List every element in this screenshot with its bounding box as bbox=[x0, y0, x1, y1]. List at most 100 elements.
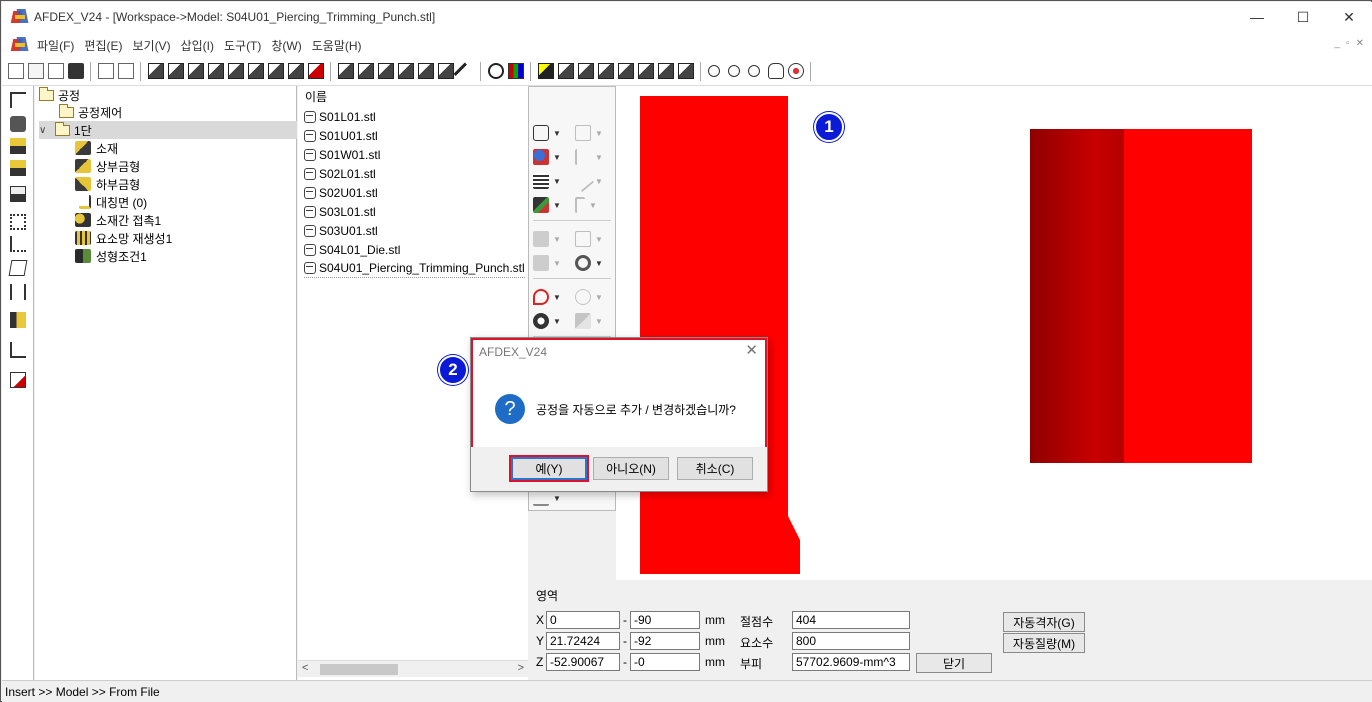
wrench-icon[interactable] bbox=[453, 62, 471, 80]
mesh-icon[interactable] bbox=[10, 214, 26, 230]
list-item[interactable]: S01U01.stl bbox=[304, 126, 378, 145]
color-grid-icon[interactable] bbox=[508, 63, 524, 79]
close-window-button[interactable]: ✕ bbox=[1326, 2, 1372, 32]
open-file-icon[interactable] bbox=[28, 63, 44, 79]
3d-viewport[interactable]: 1 bbox=[616, 86, 1372, 580]
disabled-tool-6[interactable]: ▼ bbox=[575, 228, 611, 250]
export-icon[interactable] bbox=[118, 63, 134, 79]
auto-mesh-button[interactable]: 자동격자(G) bbox=[1003, 612, 1085, 632]
horizontal-scrollbar[interactable]: < > bbox=[298, 660, 528, 677]
display-cube-8-icon[interactable] bbox=[678, 63, 694, 79]
mesh-cube-1-icon[interactable] bbox=[338, 63, 354, 79]
y-max-field[interactable]: -92 bbox=[630, 632, 700, 650]
zoom-fit-icon[interactable] bbox=[708, 65, 720, 77]
mesh-cube-3-icon[interactable] bbox=[378, 63, 394, 79]
die-model-front-face[interactable] bbox=[1124, 129, 1252, 463]
menu-insert[interactable]: 삽입(I) bbox=[176, 37, 219, 54]
y-min-field[interactable]: 21.72424 bbox=[546, 632, 620, 650]
tree-item-symmetry[interactable]: 대칭면 (0) bbox=[75, 193, 147, 211]
material-tool[interactable]: ▼ bbox=[533, 146, 569, 168]
disabled-tool-5[interactable]: ▼ bbox=[533, 228, 569, 250]
zoom-window-icon[interactable] bbox=[748, 65, 760, 77]
disabled-tool-4[interactable]: ▼ bbox=[575, 194, 611, 216]
menu-edit[interactable]: 편집(E) bbox=[79, 37, 127, 54]
monitor-2-icon[interactable] bbox=[10, 160, 26, 176]
display-cube-2-icon[interactable] bbox=[558, 63, 574, 79]
disabled-tool-1[interactable]: ▼ bbox=[575, 122, 611, 144]
dialog-close-icon[interactable]: ✕ bbox=[745, 341, 758, 359]
menu-tools[interactable]: 도구(T) bbox=[219, 37, 266, 54]
scroll-right-icon[interactable]: > bbox=[518, 662, 524, 674]
list-item-selected[interactable]: S04U01_Piercing_Trimming_Punch.stl bbox=[304, 259, 525, 278]
display-cube-5-icon[interactable] bbox=[618, 63, 634, 79]
disabled-tool-2[interactable]: ▼ bbox=[575, 146, 611, 168]
view-cube-red-icon[interactable] bbox=[308, 63, 324, 79]
menu-help[interactable]: 도움말(H) bbox=[307, 37, 367, 54]
tree-item-lower-die[interactable]: 하부금형 bbox=[75, 175, 140, 193]
mdi-minimize-icon[interactable]: _ bbox=[1335, 38, 1341, 49]
render-icon[interactable] bbox=[488, 63, 504, 79]
minimize-button[interactable]: — bbox=[1234, 2, 1280, 32]
mdi-close-icon[interactable]: ✕ bbox=[1356, 38, 1364, 49]
column-header-name[interactable]: 이름 bbox=[305, 88, 327, 105]
disabled-tool-9[interactable]: ▼ bbox=[575, 310, 611, 332]
curve-tool[interactable]: ▼ bbox=[533, 286, 569, 308]
view-cube-2-icon[interactable] bbox=[168, 63, 184, 79]
tree-item-contact[interactable]: 소재간 접촉1 bbox=[75, 211, 161, 229]
die-shape-tool[interactable]: ▼ bbox=[533, 122, 569, 144]
list-item[interactable]: S04L01_Die.stl bbox=[304, 240, 400, 259]
tree-view-icon[interactable] bbox=[10, 92, 26, 108]
display-cube-6-icon[interactable] bbox=[638, 63, 654, 79]
mdi-restore-icon[interactable]: ▫ bbox=[1346, 38, 1350, 49]
list-item[interactable]: S01W01.stl bbox=[304, 145, 380, 164]
tree-item-material[interactable]: 소재 bbox=[75, 139, 118, 157]
no-button[interactable]: 아니오(N) bbox=[593, 457, 669, 480]
z-max-field[interactable]: -0 bbox=[630, 653, 700, 671]
list-item[interactable]: S02L01.stl bbox=[304, 164, 376, 183]
chart-icon[interactable] bbox=[10, 342, 26, 358]
menu-view[interactable]: 보기(V) bbox=[127, 37, 175, 54]
punch-model-shape[interactable] bbox=[636, 94, 806, 576]
x-min-field[interactable]: 0 bbox=[546, 611, 620, 629]
chevron-down-icon[interactable]: ∨ bbox=[39, 125, 49, 136]
list-item[interactable]: S03U01.stl bbox=[304, 221, 378, 240]
condition-tool[interactable]: ▼ bbox=[533, 194, 569, 216]
x-max-field[interactable]: -90 bbox=[630, 611, 700, 629]
tree-item-process-control[interactable]: 공정제어 bbox=[59, 103, 122, 121]
mesh-cube-5-icon[interactable] bbox=[418, 63, 434, 79]
auto-mass-button[interactable]: 자동질량(M) bbox=[1003, 633, 1085, 653]
maximize-button[interactable]: ☐ bbox=[1280, 2, 1326, 32]
result-icon[interactable] bbox=[10, 312, 26, 328]
spacing-icon[interactable] bbox=[10, 284, 26, 300]
view-cube-4-icon[interactable] bbox=[208, 63, 224, 79]
disabled-tool-8[interactable]: ▼ bbox=[575, 286, 611, 308]
menu-window[interactable]: 창(W) bbox=[266, 37, 306, 54]
close-panel-button[interactable]: 닫기 bbox=[916, 653, 992, 673]
hierarchy-icon[interactable] bbox=[10, 236, 26, 252]
monitor-icon[interactable] bbox=[10, 138, 26, 154]
cube-outline-icon[interactable] bbox=[8, 260, 28, 276]
view-cube-7-icon[interactable] bbox=[268, 63, 284, 79]
mesh-cube-2-icon[interactable] bbox=[358, 63, 374, 79]
tree-item-forming-condition[interactable]: 성형조건1 bbox=[75, 247, 147, 265]
list-item[interactable]: S01L01.stl bbox=[304, 107, 376, 126]
die-model-dark-face[interactable] bbox=[1030, 129, 1124, 463]
process-icon[interactable] bbox=[10, 116, 26, 132]
elements-field[interactable]: 800 bbox=[792, 632, 910, 650]
view-cube-3-icon[interactable] bbox=[188, 63, 204, 79]
disabled-tool-3[interactable]: ▼ bbox=[571, 169, 611, 193]
import-icon[interactable] bbox=[98, 63, 114, 79]
save-icon[interactable] bbox=[68, 63, 84, 79]
volume-field[interactable]: 57702.9609-mm^3 bbox=[792, 653, 910, 671]
tree-item-remesh[interactable]: 요소망 재생성1 bbox=[75, 229, 172, 247]
gear-tool[interactable]: ▼ bbox=[533, 310, 569, 332]
display-cube-7-icon[interactable] bbox=[658, 63, 674, 79]
document-menu-icon[interactable] bbox=[10, 37, 29, 53]
nodes-field[interactable]: 404 bbox=[792, 611, 910, 629]
monitor-3-icon[interactable] bbox=[10, 186, 26, 202]
circle-tool[interactable]: ▼ bbox=[575, 252, 611, 274]
new-file-icon[interactable] bbox=[8, 63, 24, 79]
z-min-field[interactable]: -52.90067 bbox=[546, 653, 620, 671]
menu-file[interactable]: 파일(F) bbox=[32, 37, 79, 54]
checklist-icon[interactable] bbox=[10, 372, 26, 388]
